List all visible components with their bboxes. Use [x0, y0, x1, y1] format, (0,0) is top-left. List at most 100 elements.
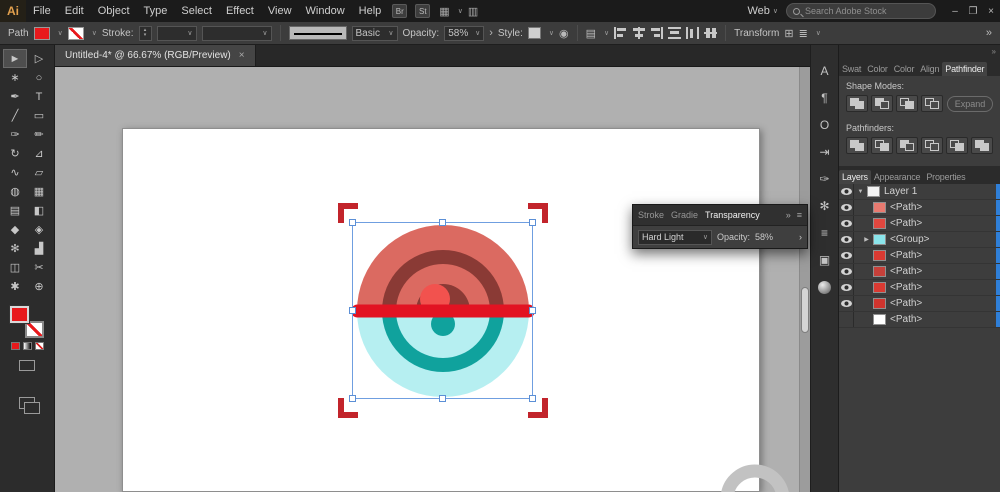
tab-gradient[interactable]: Gradie — [671, 210, 698, 220]
menu-select[interactable]: Select — [174, 0, 219, 22]
align-right-icon[interactable] — [650, 27, 663, 39]
slice-tool[interactable]: ✂ — [27, 258, 51, 277]
type-tool[interactable]: T — [27, 87, 51, 106]
visibility-toggle[interactable] — [839, 264, 854, 279]
color-themes-panel-icon[interactable] — [816, 279, 834, 295]
panel-options-icon[interactable]: » — [986, 27, 992, 39]
collapse-dock-icon[interactable]: » — [992, 47, 996, 56]
merge-button[interactable] — [896, 137, 918, 154]
visibility-toggle[interactable] — [839, 184, 854, 199]
layer-row-path[interactable]: <Path> — [839, 200, 1000, 216]
layer-thumbnail[interactable] — [873, 250, 886, 261]
tab-swatches[interactable]: Swat — [839, 62, 864, 76]
visibility-toggle[interactable] — [839, 312, 854, 327]
style-swatch[interactable] — [528, 27, 541, 39]
chevron-down-icon[interactable]: ∨ — [604, 29, 609, 37]
layer-name[interactable]: <Path> — [890, 314, 996, 325]
mesh-tool[interactable]: ▤ — [3, 201, 27, 220]
menu-window[interactable]: Window — [299, 0, 352, 22]
panel-overflow-icon[interactable]: » — [786, 210, 791, 220]
layer-row-path[interactable]: <Path> — [839, 296, 1000, 312]
change-screen-mode-icon[interactable] — [19, 397, 35, 409]
layer-thumbnail[interactable] — [873, 314, 886, 325]
brushes-panel-icon[interactable]: ✑ — [816, 171, 834, 187]
stepper-down-icon[interactable]: ▾ — [144, 33, 147, 38]
layer-thumbnail[interactable] — [873, 218, 886, 229]
layer-thumbnail[interactable] — [873, 202, 886, 213]
restore-button[interactable]: ❐ — [964, 6, 982, 17]
scale-tool[interactable]: ⊿ — [27, 144, 51, 163]
arrange-documents-icon[interactable]: ▦ — [439, 5, 449, 18]
layer-name[interactable]: <Path> — [890, 218, 996, 229]
tabs-panel-icon[interactable]: ⇥ — [816, 144, 834, 160]
disclosure-triangle[interactable]: ▶ — [860, 236, 873, 243]
pencil-tool[interactable]: ✏ — [27, 125, 51, 144]
direct-selection-tool[interactable]: ▷ — [27, 49, 51, 68]
width-profile-preview[interactable] — [289, 26, 347, 40]
visibility-toggle[interactable] — [839, 296, 854, 311]
align-left-icon[interactable] — [614, 27, 627, 39]
scrollbar-thumb[interactable] — [801, 287, 809, 333]
layer-row-path[interactable]: <Path> — [839, 312, 1000, 328]
gradient-tool[interactable]: ◧ — [27, 201, 51, 220]
tab-appearance[interactable]: Appearance — [871, 170, 924, 184]
eyedropper-tool[interactable]: ◆ — [3, 220, 27, 239]
menu-effect[interactable]: Effect — [219, 0, 261, 22]
layer-row-path[interactable]: <Path> — [839, 280, 1000, 296]
perspective-grid-tool[interactable]: ▦ — [27, 182, 51, 201]
layer-name[interactable]: <Path> — [890, 282, 996, 293]
rotate-tool[interactable]: ↻ — [3, 144, 27, 163]
chevron-down-icon[interactable]: ∨ — [816, 29, 821, 37]
variable-width-select[interactable]: Basic∨ — [352, 26, 398, 41]
none-mode-icon[interactable] — [35, 342, 44, 350]
layer-name[interactable]: <Path> — [890, 250, 996, 261]
close-button[interactable]: × — [982, 6, 1000, 17]
outline-button[interactable] — [946, 137, 968, 154]
rectangle-tool[interactable]: ▭ — [27, 106, 51, 125]
menu-view[interactable]: View — [261, 0, 299, 22]
handle-middle-left[interactable] — [350, 308, 356, 314]
symbols-panel-icon[interactable]: ✻ — [816, 198, 834, 214]
canvas-area[interactable] — [55, 67, 810, 492]
layer-thumbnail[interactable] — [873, 266, 886, 277]
selection-tool[interactable]: ► — [3, 49, 27, 68]
tab-color[interactable]: Color — [864, 62, 891, 76]
layer-row-path[interactable]: <Path> — [839, 248, 1000, 264]
visibility-toggle[interactable] — [839, 248, 854, 263]
fill-proxy-swatch[interactable] — [10, 306, 29, 323]
fill-chevron-icon[interactable]: ∨ — [58, 29, 63, 37]
handle-bottom-left[interactable] — [350, 396, 356, 402]
artboard-tool[interactable]: ◫ — [3, 258, 27, 277]
document-tab[interactable]: Untitled-4* @ 66.67% (RGB/Preview) × — [55, 45, 256, 66]
workspace-switcher[interactable]: Web ∨ — [739, 5, 786, 17]
zoom-tool[interactable]: ⊕ — [27, 277, 51, 296]
line-segment-tool[interactable]: ╱ — [3, 106, 27, 125]
width-tool[interactable]: ∿ — [3, 163, 27, 182]
unite-button[interactable] — [846, 95, 868, 112]
shape-builder-tool[interactable]: ◍ — [3, 182, 27, 201]
stroke-panel-icon[interactable]: ≡ — [816, 225, 834, 241]
layer-thumbnail[interactable] — [873, 234, 886, 245]
exclude-button[interactable] — [921, 95, 943, 112]
brush-definition-select[interactable]: ∨ — [202, 26, 272, 41]
handle-middle-right[interactable] — [530, 308, 536, 314]
layer-row-group[interactable]: ▶ <Group> — [839, 232, 1000, 248]
search-input[interactable] — [805, 6, 925, 16]
crop-button[interactable] — [921, 137, 943, 154]
stroke-chevron-icon[interactable]: ∨ — [92, 29, 97, 37]
menu-object[interactable]: Object — [91, 0, 137, 22]
bridge-icon[interactable]: Br — [392, 4, 407, 18]
disclosure-triangle[interactable]: ▼ — [854, 189, 867, 195]
app-logo-icon[interactable]: Ai — [0, 0, 26, 22]
column-graph-tool[interactable]: ▟ — [27, 239, 51, 258]
stroke-weight-select[interactable]: ∨ — [157, 26, 197, 41]
trim-button[interactable] — [871, 137, 893, 154]
transform-label[interactable]: Transform — [734, 28, 779, 39]
divide-button[interactable] — [846, 137, 868, 154]
dock-collapse-bar[interactable]: » — [839, 45, 1000, 58]
panel-opacity-value[interactable]: 58% — [755, 232, 773, 242]
layer-row-path[interactable]: <Path> — [839, 216, 1000, 232]
menu-type[interactable]: Type — [137, 0, 175, 22]
panel-menu-icon[interactable]: ≡ — [797, 210, 802, 220]
visibility-toggle[interactable] — [839, 216, 854, 231]
